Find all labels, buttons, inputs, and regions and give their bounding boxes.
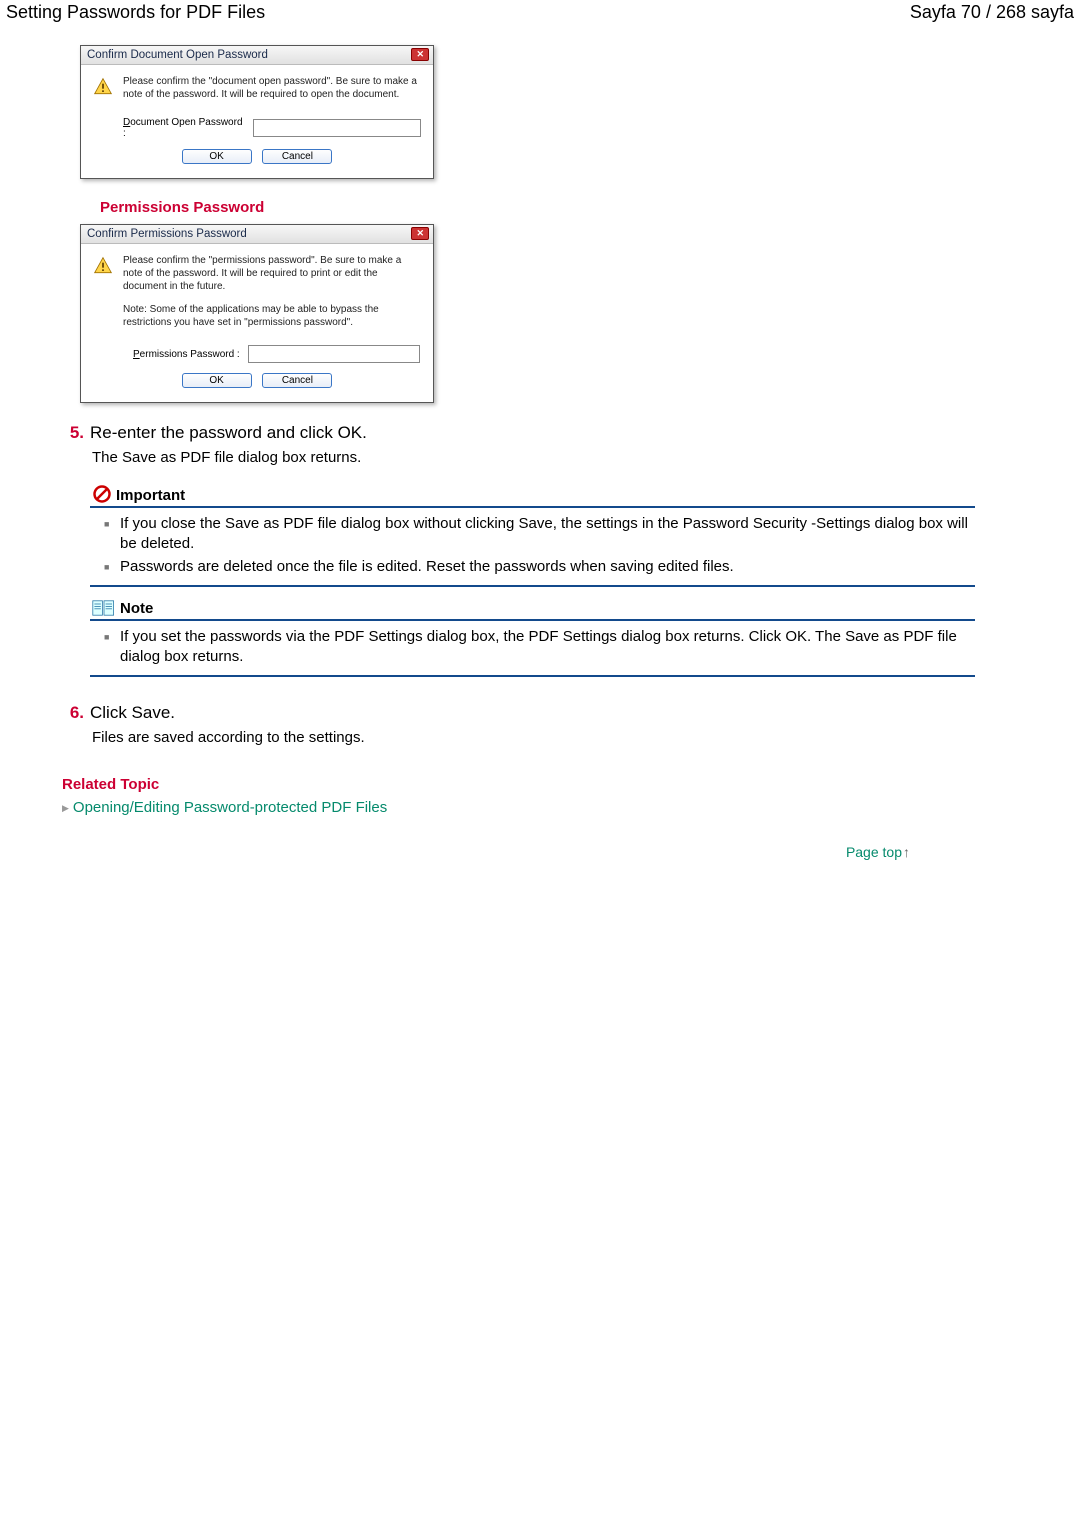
step-subtext-5: The Save as PDF file dialog box returns. <box>92 449 1080 466</box>
close-icon[interactable]: ✕ <box>411 48 429 61</box>
permissions-password-heading: Permissions Password <box>100 199 1080 216</box>
note-item: If you set the passwords via the PDF Set… <box>120 627 969 668</box>
warning-icon <box>93 77 113 97</box>
note-callout: Note If you set the passwords via the PD… <box>90 599 975 678</box>
dialog-title: Confirm Permissions Password <box>87 228 247 240</box>
related-topic-link[interactable]: Opening/Editing Password-protected PDF F… <box>62 799 1080 816</box>
note-icon <box>92 599 116 617</box>
dialog-message: Please confirm the "permissions password… <box>123 254 421 293</box>
warning-icon <box>93 256 113 276</box>
step-number-5: 5. <box>60 423 84 443</box>
note-label: Note <box>120 600 153 617</box>
document-open-password-input[interactable] <box>253 119 421 137</box>
field-label-open-password: Document Open Password : <box>123 117 245 139</box>
related-topic-heading: Related Topic <box>62 776 1080 793</box>
dialog-message: Please confirm the "document open passwo… <box>123 75 421 101</box>
important-icon <box>92 484 112 504</box>
dialog-title: Confirm Document Open Password <box>87 49 268 61</box>
important-label: Important <box>116 487 185 504</box>
step-number-6: 6. <box>60 703 84 723</box>
field-label-permissions-password: Permissions Password : <box>133 349 240 360</box>
important-callout: Important If you close the Save as PDF f… <box>90 484 975 587</box>
ok-button[interactable]: OK <box>182 373 252 388</box>
step-text-6: Click Save. <box>90 703 175 723</box>
cancel-button[interactable]: Cancel <box>262 373 332 388</box>
cancel-button[interactable]: Cancel <box>262 149 332 164</box>
important-item: Passwords are deleted once the file is e… <box>120 557 969 577</box>
ok-button[interactable]: OK <box>182 149 252 164</box>
step-text-5: Re-enter the password and click OK. <box>90 423 367 443</box>
page-indicator: Sayfa 70 / 268 sayfa <box>910 2 1074 23</box>
dialog-titlebar: Confirm Permissions Password ✕ <box>81 225 433 244</box>
close-icon[interactable]: ✕ <box>411 227 429 240</box>
dialog-note: Note: Some of the applications may be ab… <box>123 303 421 329</box>
page-title: Setting Passwords for PDF Files <box>6 2 265 23</box>
step-subtext-6: Files are saved according to the setting… <box>92 729 1080 746</box>
page-top-link[interactable]: Page top <box>80 844 910 860</box>
dialog-confirm-permissions-password: Confirm Permissions Password ✕ Please co… <box>80 224 434 403</box>
permissions-password-input[interactable] <box>248 345 420 363</box>
dialog-confirm-open-password: Confirm Document Open Password ✕ Please … <box>80 45 434 179</box>
dialog-titlebar: Confirm Document Open Password ✕ <box>81 46 433 65</box>
important-item: If you close the Save as PDF file dialog… <box>120 514 969 555</box>
